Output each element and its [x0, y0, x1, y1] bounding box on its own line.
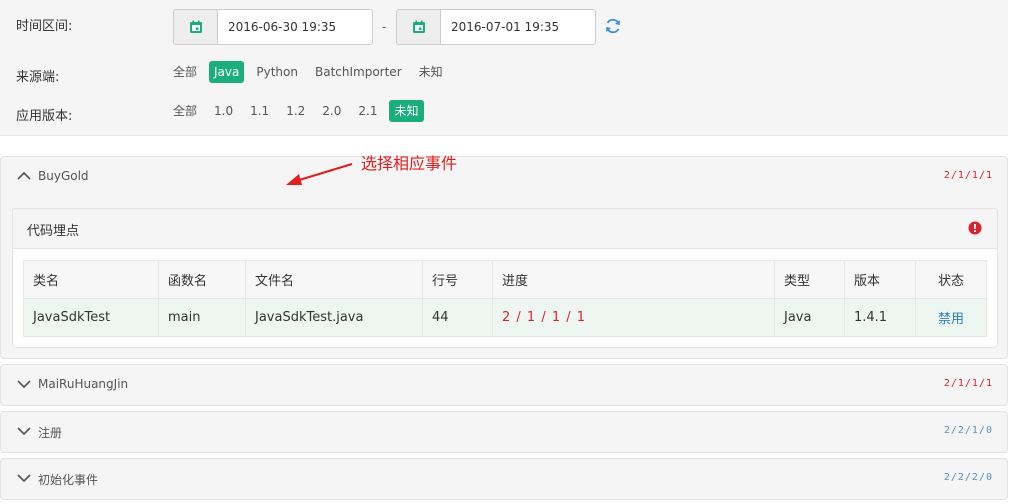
event-name: MaiRuHuangJin [38, 377, 129, 391]
version-option-2[interactable]: 1.1 [245, 100, 274, 122]
code-tracking-title: 代码埋点 [27, 224, 80, 239]
col-file: 文件名 [245, 260, 423, 299]
source-option-4[interactable]: 未知 [414, 61, 448, 83]
event-panel-mairuhuangjin: MaiRuHuangJin 2/1/1/1 [0, 364, 1008, 406]
source-label: 来源端: [16, 70, 60, 85]
chevron-up-icon [17, 171, 31, 180]
event-panel-init: 初始化事件 2/2/2/0 [0, 458, 1008, 500]
source-options: 全部 Java Python BatchImporter 未知 [168, 60, 455, 84]
annotation-text: 选择相应事件 [361, 154, 458, 173]
code-tracking-table: 类名 函数名 文件名 行号 进度 类型 版本 状态 JavaSdkTest ma… [23, 260, 987, 337]
col-function: 函数名 [158, 260, 246, 299]
event-name: 初始化事件 [38, 473, 99, 487]
version-option-4[interactable]: 2.0 [317, 100, 346, 122]
col-progress: 进度 [492, 260, 775, 299]
event-header-register[interactable]: 注册 2/2/1/0 [1, 412, 1007, 452]
version-option-3[interactable]: 1.2 [281, 100, 310, 122]
cell-progress: 2 / 1 / 1 / 1 [492, 298, 775, 337]
table-header-row: 类名 函数名 文件名 行号 进度 类型 版本 状态 [23, 260, 987, 299]
alert-icon[interactable] [968, 221, 982, 235]
event-panel-buygold: BuyGold 2/1/1/1 代码埋点 类名 函数名 文件名 行号 进度 类型 [0, 156, 1008, 359]
end-calendar-button[interactable] [396, 9, 440, 45]
code-tracking-panel: 代码埋点 类名 函数名 文件名 行号 进度 类型 版本 状态 JavaSdkTe… [12, 208, 998, 348]
start-date-group [173, 9, 373, 45]
col-line: 行号 [422, 260, 493, 299]
event-count: 2/2/2/0 [943, 472, 993, 483]
event-name: BuyGold [38, 169, 89, 183]
source-option-2[interactable]: Python [251, 61, 303, 83]
cell-file: JavaSdkTest.java [245, 298, 423, 337]
calendar-icon [189, 20, 202, 33]
event-count: 2/1/1/1 [943, 170, 993, 181]
event-header-mairuhuangjin[interactable]: MaiRuHuangJin 2/1/1/1 [1, 365, 1007, 405]
start-date-input[interactable] [217, 9, 373, 45]
calendar-icon [412, 20, 425, 33]
code-tracking-header: 代码埋点 [13, 209, 997, 249]
event-header-init[interactable]: 初始化事件 2/2/2/0 [1, 459, 1007, 499]
col-class-name: 类名 [23, 260, 159, 299]
version-option-1[interactable]: 1.0 [209, 100, 238, 122]
date-separator: - [382, 20, 387, 34]
version-option-5[interactable]: 2.1 [353, 100, 382, 122]
cell-class-name: JavaSdkTest [23, 298, 159, 337]
cell-version: 1.4.1 [844, 298, 916, 337]
chevron-down-icon [17, 380, 31, 389]
event-name: 注册 [38, 426, 63, 440]
end-date-input[interactable] [440, 9, 596, 45]
filter-panel: 时间区间: - [0, 0, 1008, 136]
col-status: 状态 [915, 260, 987, 299]
disable-link[interactable]: 禁用 [915, 298, 987, 337]
cell-function: main [158, 298, 246, 337]
event-count: 2/1/1/1 [943, 378, 993, 389]
event-count: 2/2/1/0 [943, 425, 993, 436]
annotation-arrow-icon [286, 162, 353, 185]
col-version: 版本 [844, 260, 916, 299]
event-header-buygold[interactable]: BuyGold 2/1/1/1 [1, 157, 1007, 197]
source-option-3[interactable]: BatchImporter [310, 61, 407, 83]
version-option-6[interactable]: 未知 [389, 100, 424, 122]
end-date-group [396, 9, 596, 45]
version-options: 全部 1.0 1.1 1.2 2.0 2.1 未知 [168, 99, 431, 123]
source-option-0[interactable]: 全部 [168, 61, 202, 83]
version-label: 应用版本: [16, 109, 73, 124]
chevron-down-icon [17, 427, 31, 436]
time-range-label: 时间区间: [16, 19, 73, 34]
version-option-0[interactable]: 全部 [168, 100, 202, 122]
table-row: JavaSdkTest main JavaSdkTest.java 44 2 /… [23, 298, 987, 337]
source-option-1[interactable]: Java [209, 61, 245, 83]
event-panel-register: 注册 2/2/1/0 [0, 411, 1008, 453]
cell-type: Java [774, 298, 845, 337]
start-calendar-button[interactable] [173, 9, 217, 45]
col-type: 类型 [774, 260, 845, 299]
chevron-down-icon [17, 474, 31, 483]
refresh-icon[interactable] [604, 17, 622, 35]
cell-line: 44 [422, 298, 493, 337]
